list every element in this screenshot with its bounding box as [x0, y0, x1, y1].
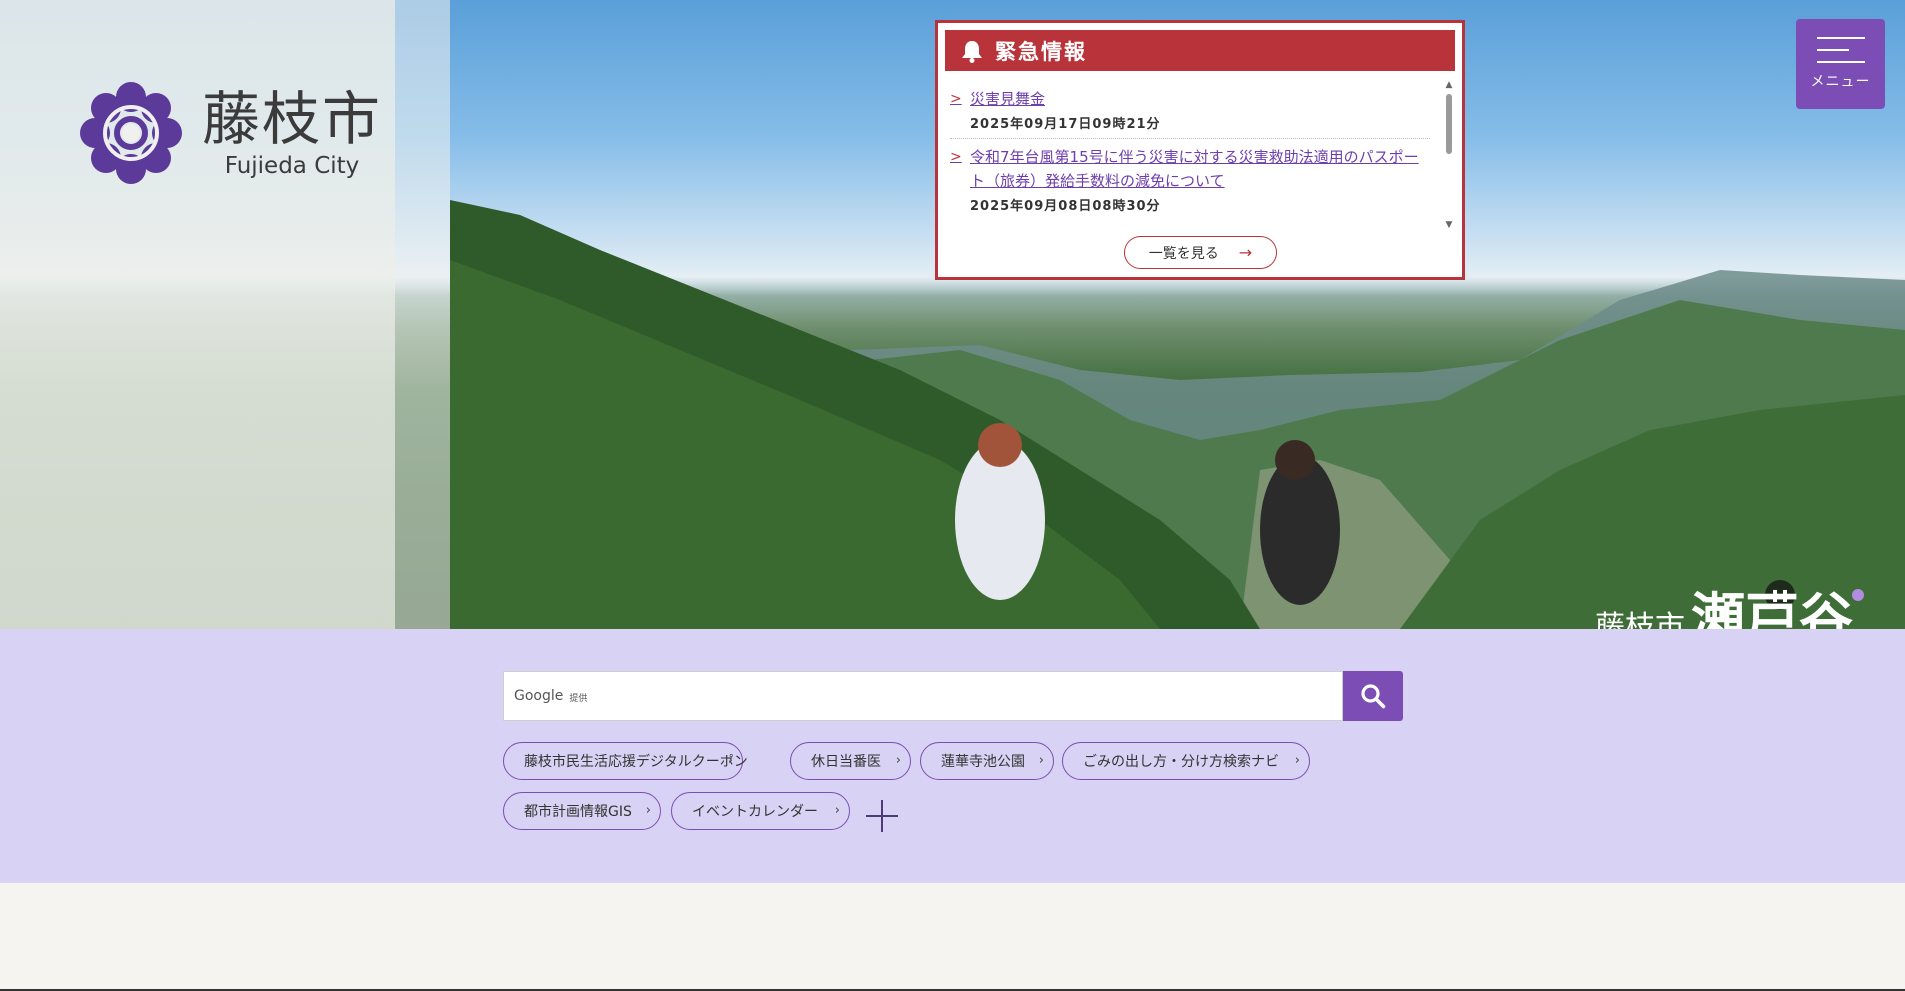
chevron-right-icon: ›	[645, 803, 651, 818]
google-brand-sub: 提供	[569, 693, 588, 704]
quick-link-label: 藤枝市民生活応援デジタルクーポン	[524, 754, 748, 770]
quick-link-digital-coupon[interactable]: 藤枝市民生活応援デジタルクーポン ›	[503, 742, 748, 780]
emergency-item-title: 災害見舞金	[970, 90, 1046, 108]
emergency-item-date: 2025年09月08日08時30分	[970, 199, 1161, 214]
chevron-right-icon: ›	[1038, 753, 1044, 768]
chevron-right-icon: ›	[834, 803, 840, 818]
more-links-plus-icon[interactable]	[866, 800, 898, 832]
quick-link-label: イベントカレンダー	[692, 804, 818, 820]
quick-link-rengeji-park[interactable]: 蓮華寺池公園 ›	[920, 742, 1054, 780]
logo-name-ja: 藤枝市	[202, 85, 383, 153]
logo-name-en: Fujieda City	[224, 153, 360, 179]
search-button[interactable]	[1343, 671, 1403, 721]
chevron-right-icon: ›	[727, 753, 733, 768]
chevron-right-icon: >	[950, 149, 962, 165]
menu-button[interactable]: メニュー	[1796, 19, 1885, 109]
quick-link-holiday-doctor[interactable]: 休日当番医 ›	[790, 742, 911, 780]
quick-link-label: 蓮華寺池公園	[941, 754, 1025, 770]
view-all-label: 一覧を見る	[1148, 245, 1219, 262]
quick-link-label: ごみの出し方・分け方検索ナビ	[1083, 754, 1279, 770]
left-strip-overlay	[395, 0, 450, 629]
view-all-button[interactable]: 一覧を見る →	[1124, 236, 1277, 269]
emergency-list[interactable]: > 災害見舞金 2025年09月17日09時21分 > 令和7年台風第15号に伴…	[950, 81, 1430, 231]
site-logo[interactable]: 藤枝市 Fujieda City	[78, 78, 382, 188]
scroll-thumb[interactable]	[1446, 94, 1452, 154]
list-item: > 災害見舞金 2025年09月17日09時21分	[950, 81, 1430, 139]
search-input[interactable]: Google 提供	[503, 671, 1343, 721]
scroll-down-icon[interactable]: ▼	[1443, 220, 1455, 230]
emergency-item-link[interactable]: > 災害見舞金	[950, 87, 1430, 111]
hamburger-icon	[1816, 37, 1865, 63]
arrow-right-icon: →	[1238, 243, 1253, 262]
menu-label: メニュー	[1810, 74, 1871, 90]
quick-link-urban-gis[interactable]: 都市計画情報GIS ›	[503, 792, 661, 830]
quick-link-event-calendar[interactable]: イベントカレンダー ›	[671, 792, 850, 830]
chevron-right-icon: >	[950, 91, 962, 107]
search-icon	[1361, 684, 1386, 709]
google-brand-label: Google	[514, 688, 564, 704]
quick-link-garbage-navi[interactable]: ごみの出し方・分け方検索ナビ ›	[1062, 742, 1310, 780]
emergency-item-link[interactable]: > 令和7年台風第15号に伴う災害に対する災害救助法適用のパスポート（旅券）発給…	[950, 145, 1430, 193]
list-item: > 令和7年台風第15号に伴う災害に対する災害救助法適用のパスポート（旅券）発給…	[950, 139, 1430, 220]
emergency-item-date: 2025年09月17日09時21分	[970, 117, 1161, 132]
emergency-scrollbar[interactable]: ▲ ▼	[1443, 80, 1455, 230]
emergency-item-title: 令和7年台風第15号に伴う災害に対する災害救助法適用のパスポート（旅券）発給手数…	[970, 148, 1419, 190]
chevron-right-icon: ›	[895, 753, 901, 768]
emergency-title: 緊急情報	[995, 39, 1087, 64]
chevron-right-icon: ›	[1294, 753, 1300, 768]
logo-text: 藤枝市 Fujieda City	[202, 86, 382, 180]
bell-icon	[962, 40, 982, 63]
wisteria-crest-icon	[80, 82, 182, 184]
emergency-header: 緊急情報	[945, 30, 1455, 71]
quick-link-label: 休日当番医	[811, 754, 881, 770]
quick-link-label: 都市計画情報GIS	[524, 804, 632, 820]
scroll-up-icon[interactable]: ▲	[1443, 80, 1455, 90]
slide-indicator-dot[interactable]	[1852, 589, 1864, 601]
